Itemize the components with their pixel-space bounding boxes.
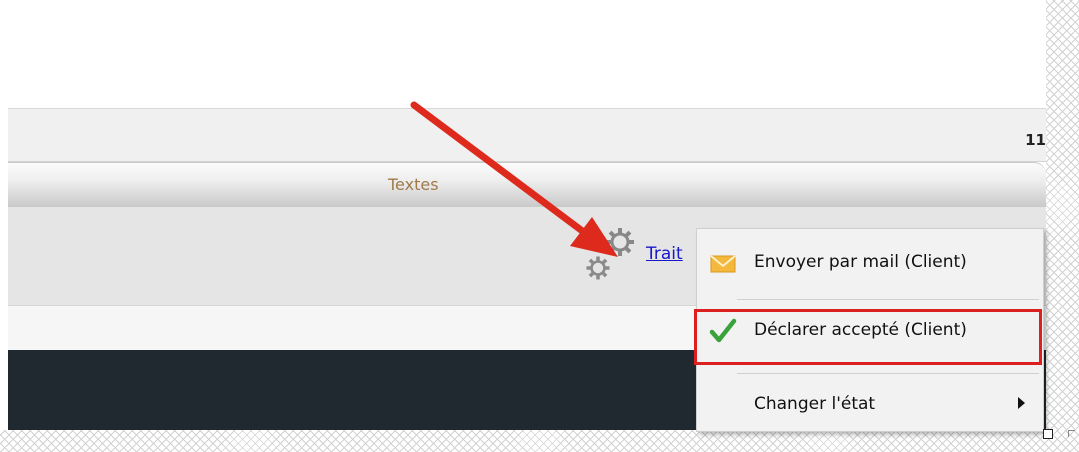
red-annotation-arrow [410, 101, 618, 257]
menu-separator [737, 373, 1039, 374]
row-action-link[interactable]: Trait [646, 244, 683, 264]
menu-item-label: Envoyer par mail (Client) [754, 252, 967, 272]
menu-item-label: Changer l'état [754, 394, 876, 414]
transparent-canvas-right [1046, 0, 1079, 452]
resize-handle-icon[interactable] [1043, 429, 1053, 439]
corner-mark [1068, 430, 1075, 437]
menu-item-send-mail[interactable]: Envoyer par mail (Client) [697, 237, 1043, 289]
corner-number: 11 [1025, 131, 1046, 149]
transparent-canvas-bottom [0, 430, 1079, 452]
submenu-arrow-icon [1018, 397, 1025, 409]
menu-separator [737, 299, 1039, 300]
red-highlight-box [694, 309, 1042, 365]
envelope-icon [710, 255, 736, 273]
menu-item-change-state[interactable]: Changer l'état [697, 379, 1043, 431]
